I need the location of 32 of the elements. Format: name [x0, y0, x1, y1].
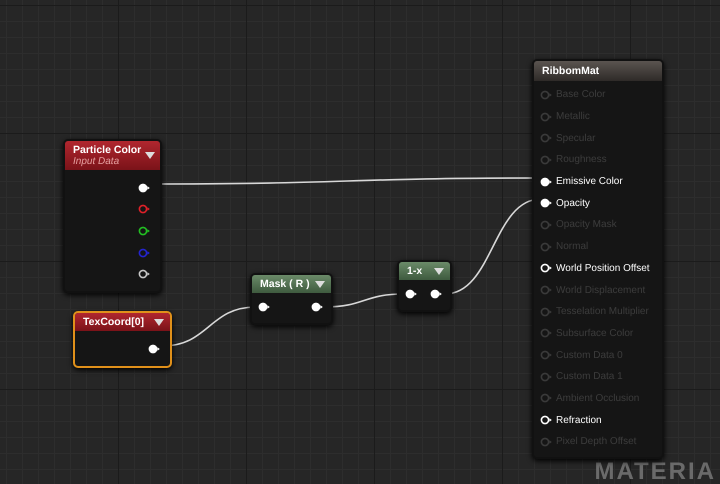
- graph-watermark: MATERIA: [594, 459, 716, 484]
- pin-icon[interactable]: [540, 415, 552, 426]
- pin-icon[interactable]: [430, 289, 442, 299]
- node-title: RibbomMat: [542, 65, 600, 77]
- input-label: Opacity: [556, 198, 590, 209]
- node-title: Particle Color: [73, 144, 142, 156]
- material-node[interactable]: TexCoord[0]: [73, 311, 172, 368]
- pin-icon[interactable]: [405, 289, 417, 299]
- collapse-arrow-icon[interactable]: [154, 318, 164, 326]
- node-title: Mask ( R ): [260, 278, 311, 290]
- pin-icon[interactable]: [311, 302, 323, 312]
- material-node[interactable]: Particle Color Input Data: [63, 139, 162, 293]
- node-subtitle: Input Data: [73, 156, 120, 167]
- input-label: Emissive Color: [556, 176, 623, 188]
- pin-icon[interactable]: [540, 263, 552, 274]
- pin-icon[interactable]: [540, 198, 552, 208]
- material-node[interactable]: Mask ( R ): [250, 273, 333, 325]
- input-label: World Position Offset: [556, 262, 650, 274]
- collapse-arrow-icon[interactable]: [315, 280, 325, 288]
- pin-icon[interactable]: [138, 269, 150, 280]
- material-node[interactable]: [532, 59, 664, 459]
- pin-icon[interactable]: [138, 226, 150, 236]
- pin-icon[interactable]: [148, 344, 160, 354]
- pin-icon[interactable]: [258, 302, 270, 312]
- node-title: TexCoord[0]: [83, 316, 146, 328]
- pin-icon[interactable]: [138, 182, 150, 193]
- pin-icon[interactable]: [540, 176, 552, 187]
- input-label: Refraction: [556, 414, 602, 426]
- collapse-arrow-icon[interactable]: [145, 152, 156, 159]
- collapse-arrow-icon[interactable]: [434, 268, 444, 274]
- material-node[interactable]: 1-x: [397, 260, 452, 312]
- node-title: 1-x: [407, 265, 424, 277]
